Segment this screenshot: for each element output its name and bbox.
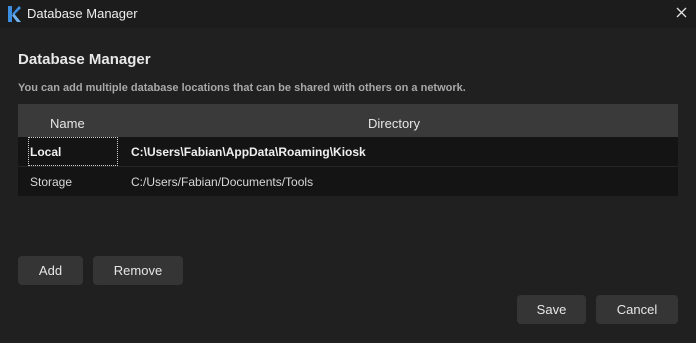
description-text: You can add multiple database locations … xyxy=(18,82,466,94)
kiosk-logo-icon xyxy=(7,5,21,23)
row-name-cell[interactable]: Local xyxy=(30,137,61,166)
row-directory-cell[interactable]: C:\Users\Fabian\AppData\Roaming\Kiosk xyxy=(131,137,366,166)
title-bar: Database Manager xyxy=(0,0,696,28)
remove-button[interactable]: Remove xyxy=(93,256,183,285)
save-button[interactable]: Save xyxy=(517,295,586,324)
table-header: Name Directory xyxy=(18,104,678,137)
page-title: Database Manager xyxy=(18,51,151,68)
close-icon xyxy=(676,5,687,23)
database-manager-window: Database Manager Database Manager You ca… xyxy=(0,0,696,343)
window-title: Database Manager xyxy=(27,6,138,21)
database-table: Name Directory Local C:\Users\Fabian\App… xyxy=(18,104,678,196)
add-button[interactable]: Add xyxy=(18,256,83,285)
row-name-cell[interactable]: Storage xyxy=(30,167,72,196)
table-row[interactable]: Storage C:/Users/Fabian/Documents/Tools xyxy=(18,167,678,196)
column-header-directory[interactable]: Directory xyxy=(368,116,420,132)
table-row[interactable]: Local C:\Users\Fabian\AppData\Roaming\Ki… xyxy=(18,137,678,167)
column-header-name[interactable]: Name xyxy=(50,116,85,132)
close-button[interactable] xyxy=(666,0,696,28)
row-directory-cell[interactable]: C:/Users/Fabian/Documents/Tools xyxy=(131,167,313,196)
cancel-button[interactable]: Cancel xyxy=(596,295,678,324)
